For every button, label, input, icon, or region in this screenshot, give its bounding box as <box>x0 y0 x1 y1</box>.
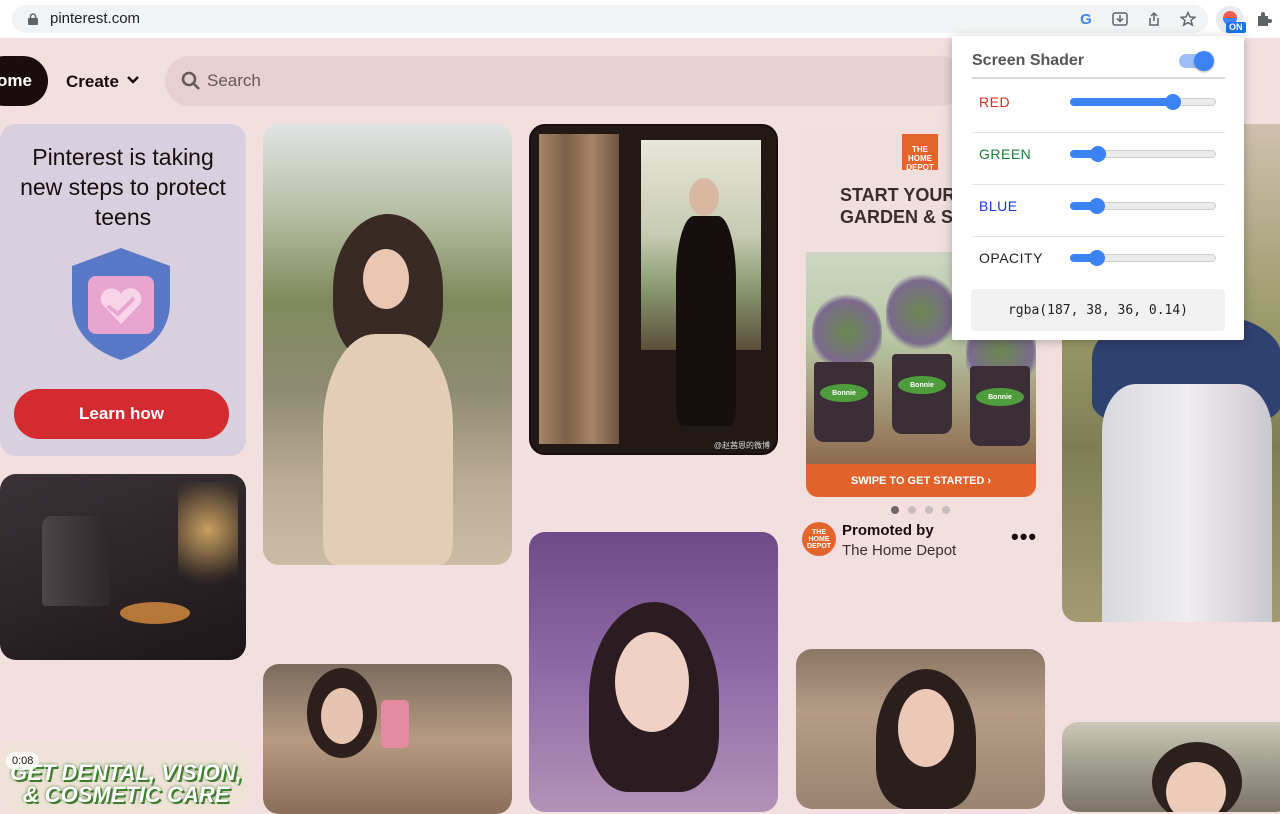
rgba-output[interactable]: rgba(187, 38, 36, 0.14) <box>971 289 1225 331</box>
slider-label: OPACITY <box>979 250 1043 266</box>
carousel-dot[interactable] <box>925 506 933 514</box>
learn-how-button[interactable]: Learn how <box>14 389 229 439</box>
sweater-image <box>323 334 453 565</box>
address-bar[interactable]: pinterest.com G <box>12 5 1208 33</box>
protect-teens-pin[interactable]: Pinterest is taking new steps to protect… <box>0 124 246 456</box>
advertiser-avatar[interactable]: THE HOME DEPOT <box>802 522 836 556</box>
lavender-image <box>812 292 882 372</box>
face-image <box>321 688 363 744</box>
slider-label: BLUE <box>979 198 1018 214</box>
extensions-puzzle-icon[interactable] <box>1254 9 1274 29</box>
swipe-cta[interactable]: SWIPE TO GET STARTED › <box>806 464 1036 497</box>
carousel-dots[interactable] <box>891 506 950 514</box>
black-dress-image <box>676 216 736 426</box>
window-dress-pin[interactable]: @赵茜恩的微博 <box>529 124 778 455</box>
air-fryer-image <box>42 516 110 606</box>
red-slider[interactable] <box>1070 94 1216 110</box>
slider-label: RED <box>979 94 1011 110</box>
create-menu[interactable]: Create <box>66 72 119 92</box>
ad-headline: GET DENTAL, VISION, & COSMETIC CARE <box>10 760 242 807</box>
url-text[interactable]: pinterest.com <box>50 10 140 27</box>
opacity-slider[interactable] <box>1070 250 1216 266</box>
extension-on-badge: ON <box>1226 22 1246 33</box>
slider-thumb[interactable] <box>1089 198 1106 214</box>
install-icon[interactable] <box>1110 9 1130 29</box>
lock-icon <box>28 13 38 25</box>
blue-slider-row: BLUE <box>972 184 1225 236</box>
decor-image <box>178 482 238 602</box>
food-image <box>120 602 190 624</box>
green-slider[interactable] <box>1070 146 1216 162</box>
carousel-dot[interactable] <box>891 506 899 514</box>
gym-selfie-pin[interactable] <box>263 664 512 814</box>
hanbok-skirt-image <box>1102 384 1272 622</box>
share-icon[interactable] <box>1144 9 1164 29</box>
more-options-icon[interactable]: ••• <box>1011 526 1037 548</box>
face-image <box>615 632 689 732</box>
carousel-dot[interactable] <box>908 506 916 514</box>
google-icon[interactable]: G <box>1076 9 1096 29</box>
advertiser-name[interactable]: The Home Depot <box>842 542 956 559</box>
chevron-down-icon[interactable] <box>126 74 140 86</box>
face-image <box>898 689 954 767</box>
shield-heart-icon <box>72 248 170 360</box>
blue-slider[interactable] <box>1070 198 1216 214</box>
toggle-knob[interactable] <box>1194 51 1214 71</box>
phone-image <box>381 700 409 748</box>
lavender-image <box>886 272 956 352</box>
promoted-by-label: Promoted by <box>842 522 934 539</box>
pin-title: Pinterest is taking new steps to protect… <box>20 144 226 230</box>
curtain-image <box>539 134 619 444</box>
carousel-dot[interactable] <box>942 506 950 514</box>
slider-thumb[interactable] <box>1088 250 1105 266</box>
bookmark-star-icon[interactable] <box>1178 9 1198 29</box>
slider-thumb[interactable] <box>1090 146 1107 162</box>
face-image <box>363 249 409 309</box>
plant-pot: Bonnie <box>814 362 874 442</box>
dental-ad-pin[interactable]: GET DENTAL, VISION, & COSMETIC CARE <box>0 742 246 812</box>
slider-thumb[interactable] <box>1164 94 1181 110</box>
search-bar[interactable]: Search <box>165 56 965 106</box>
purple-portrait-pin[interactable] <box>529 532 778 812</box>
home-depot-logo: THE HOME DEPOT <box>902 134 938 172</box>
search-icon <box>181 71 200 90</box>
browser-toolbar: pinterest.com G ON <box>0 0 1280 38</box>
video-timestamp: 0:08 <box>6 752 40 770</box>
portrait-pin[interactable] <box>796 649 1045 809</box>
red-slider-row: RED <box>972 80 1225 132</box>
lakeside-portrait-pin[interactable] <box>1062 722 1280 812</box>
portrait-pin[interactable] <box>263 124 512 565</box>
divider <box>972 77 1225 79</box>
home-tab[interactable]: ome <box>0 56 48 106</box>
slider-label: GREEN <box>979 146 1032 162</box>
plant-pot: Bonnie <box>970 366 1030 446</box>
enable-toggle[interactable] <box>1179 51 1214 71</box>
watermark: @赵茜恩的微博 <box>713 441 770 450</box>
plant-pot: Bonnie <box>892 354 952 434</box>
air-fryer-pin[interactable] <box>0 474 246 660</box>
green-slider-row: GREEN <box>972 132 1225 184</box>
opacity-slider-row: OPACITY <box>972 236 1225 288</box>
search-input[interactable]: Search <box>207 71 261 91</box>
head-image <box>689 178 719 216</box>
screen-shader-popup: Screen Shader RED GREEN BLUE OPACITY rgb… <box>952 36 1244 340</box>
popup-title: Screen Shader <box>972 52 1085 69</box>
